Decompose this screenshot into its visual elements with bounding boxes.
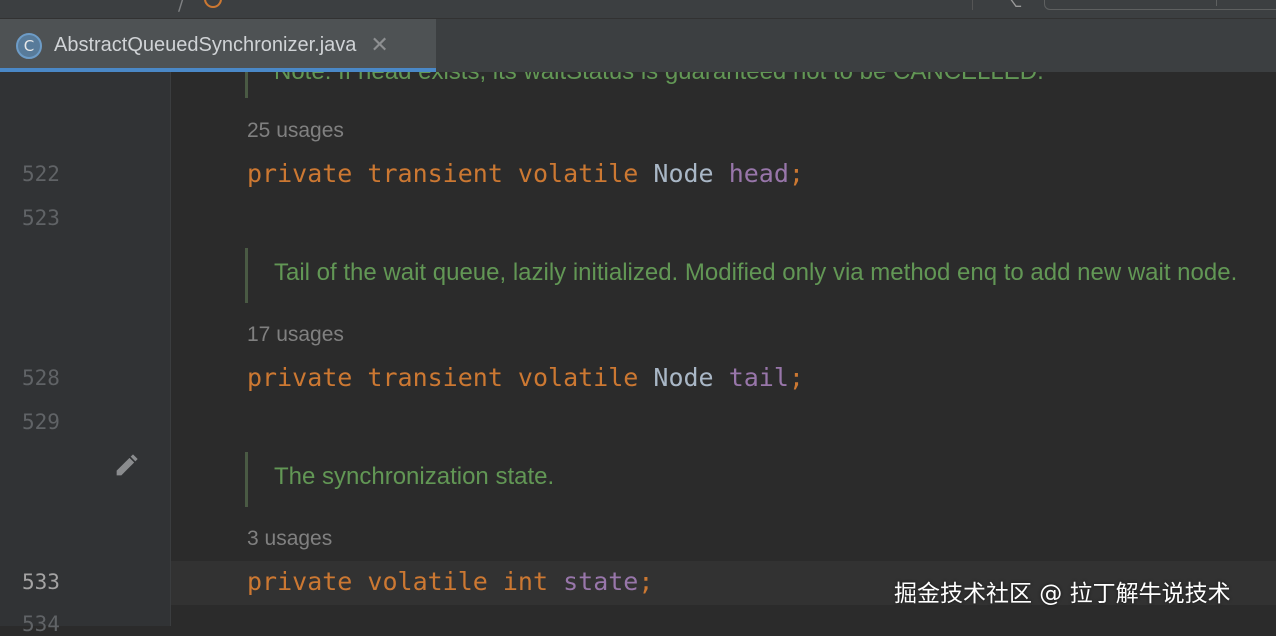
code-line-state[interactable]: private volatile int state; xyxy=(247,567,653,596)
editor-tab-bar: C AbstractQueuedSynchronizer.java ✕ xyxy=(0,19,1276,72)
watermark: 掘金技术社区 @ 拉丁解牛说技术 xyxy=(894,581,1231,607)
code-semicolon: ; xyxy=(638,567,654,596)
code-field-name: state xyxy=(563,567,639,596)
usages-hint[interactable]: 25 usages xyxy=(247,119,344,143)
line-number-current: 533 xyxy=(22,570,60,594)
doc-comment-bar xyxy=(245,452,248,507)
usages-hint[interactable]: 17 usages xyxy=(247,323,344,347)
doc-comment: Note: If head exists, its waitStatus is … xyxy=(274,72,1044,86)
line-number: 534 xyxy=(22,612,60,636)
toolbar-divider xyxy=(972,0,973,10)
code-semicolon: ; xyxy=(788,363,804,392)
doc-comment: Tail of the wait queue, lazily initializ… xyxy=(274,259,1238,286)
line-number: 528 xyxy=(22,366,60,390)
pencil-icon[interactable] xyxy=(112,452,140,480)
code-type: Node xyxy=(653,363,714,392)
line-number: 522 xyxy=(22,162,60,186)
doc-comment-bar xyxy=(245,72,248,98)
doc-comment: The synchronization state. xyxy=(274,463,555,490)
code-field-name: head xyxy=(728,159,789,188)
code-line-tail[interactable]: private transient volatile Node tail; xyxy=(247,363,804,392)
code-modifiers: private transient volatile xyxy=(247,363,639,392)
close-icon[interactable]: ✕ xyxy=(370,33,388,58)
top-navigation-bar: / ⌥ xyxy=(0,0,1276,19)
breadcrumb-class-icon[interactable] xyxy=(204,0,222,8)
vcs-icon[interactable]: ⌥ xyxy=(1004,0,1022,11)
search-everywhere-field[interactable] xyxy=(1044,0,1276,10)
code-modifiers: private transient volatile xyxy=(247,159,639,188)
line-number: 523 xyxy=(22,206,60,230)
doc-comment-bar xyxy=(245,248,248,303)
code-editor[interactable]: Note: If head exists, its waitStatus is … xyxy=(171,72,1276,626)
tab-title: AbstractQueuedSynchronizer.java xyxy=(54,34,357,56)
usages-hint[interactable]: 3 usages xyxy=(247,527,332,551)
code-modifiers: private volatile int xyxy=(247,567,549,596)
editor-tab-active[interactable]: C AbstractQueuedSynchronizer.java ✕ xyxy=(0,19,436,72)
line-number: 529 xyxy=(22,410,60,434)
code-semicolon: ; xyxy=(788,159,804,188)
code-field-name: tail xyxy=(728,363,789,392)
search-divider xyxy=(1216,0,1217,6)
code-type: Node xyxy=(653,159,714,188)
line-number-gutter[interactable]: 522 523 528 529 533 534 xyxy=(0,72,171,636)
breadcrumb-separator-icon: / xyxy=(178,0,185,15)
java-class-icon: C xyxy=(16,32,42,59)
code-line-head[interactable]: private transient volatile Node head; xyxy=(247,159,804,188)
